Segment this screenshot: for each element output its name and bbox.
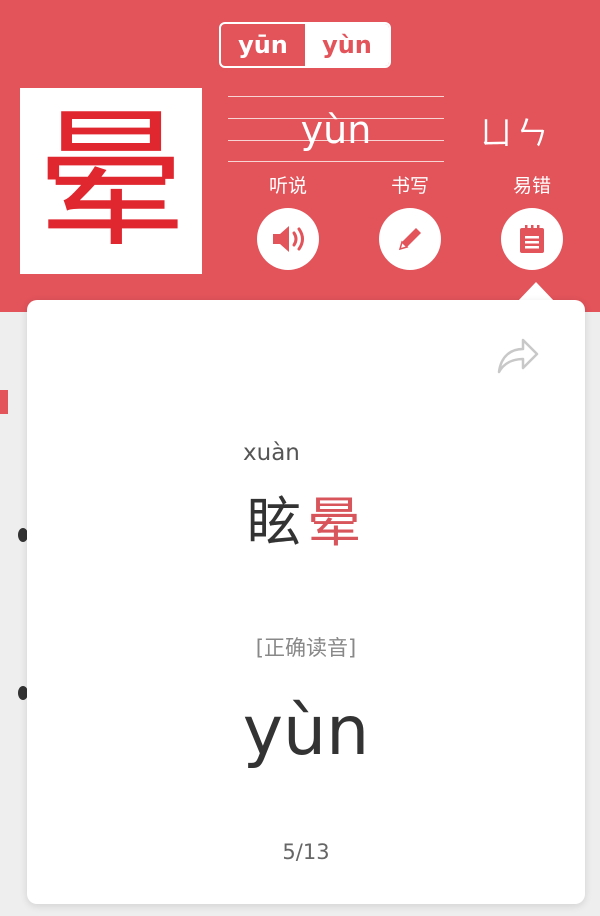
correct-pronunciation: yùn (242, 692, 370, 771)
character-zhuyin: ㄩㄣ (480, 114, 553, 152)
correct-pronunciation-label: [正确读音] (255, 636, 357, 660)
main-character: 晕 (35, 94, 186, 268)
example-word: 眩晕 (247, 478, 367, 557)
background-tab-indicator (0, 390, 8, 414)
staff-line (228, 96, 444, 97)
word-pinyin: xuàn (243, 440, 300, 466)
notepad-icon[interactable] (501, 208, 563, 270)
mistake-popup-card: xuàn 眩晕 [正确读音] yùn 5/13 (27, 300, 585, 904)
speaker-icon[interactable] (257, 208, 319, 270)
pinyin-tab-group: yūn yùn (219, 22, 391, 68)
common-mistakes-label: 易错 (512, 175, 551, 197)
listen-speak-label: 听说 (268, 175, 307, 197)
character-header: yūn yùn 晕 yùn ㄩㄣ 听说 书写 易错 (0, 0, 600, 312)
tab-pinyin-yun1[interactable]: yūn (221, 24, 305, 66)
pencil-icon[interactable] (379, 208, 441, 270)
page-counter: 5/13 (282, 840, 330, 864)
character-display: 晕 (20, 88, 202, 274)
popup-pointer (517, 282, 555, 302)
staff-line (228, 161, 444, 162)
listen-speak-button[interactable]: 听说 (248, 172, 328, 270)
writing-label: 书写 (390, 175, 429, 197)
writing-button[interactable]: 书写 (370, 172, 450, 270)
word-char-2-highlighted: 晕 (307, 491, 367, 554)
common-mistakes-button[interactable]: 易错 (492, 172, 572, 270)
pinyin-staff: yùn (228, 96, 444, 162)
share-icon[interactable] (493, 334, 541, 378)
word-char-1: 眩 (247, 491, 307, 554)
character-pinyin: yùn (300, 108, 372, 152)
tab-pinyin-yun4[interactable]: yùn (305, 24, 389, 66)
